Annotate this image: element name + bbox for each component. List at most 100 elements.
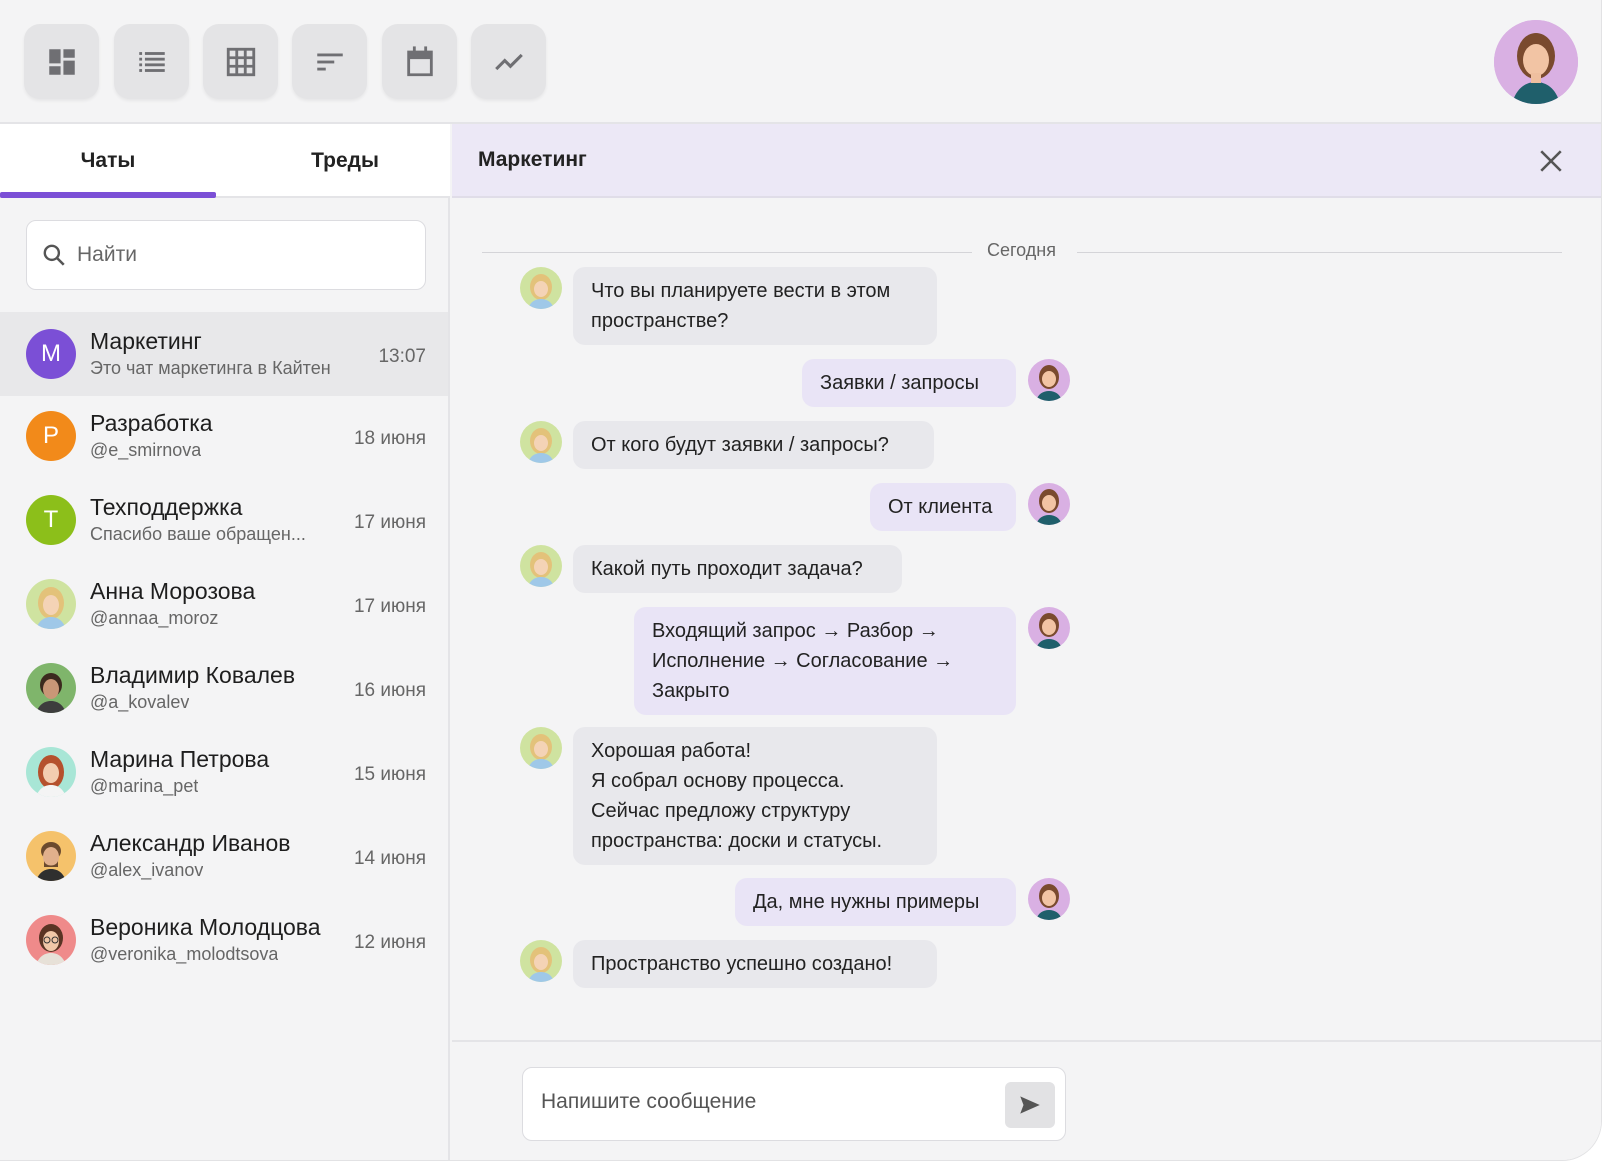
message-bubble-incoming: Пространство успешно создано!	[573, 940, 937, 988]
message-line: Что вы планируете вести в этом	[591, 280, 891, 302]
chat-preview: @marina_pet	[90, 776, 199, 796]
chart-line-icon	[494, 53, 523, 70]
chat-time: 18 июня	[353, 428, 426, 449]
chat-item-marina[interactable]: Марина Петрова @marina_pet 15 июня	[0, 730, 448, 814]
user-avatar[interactable]	[1494, 20, 1578, 104]
close-icon[interactable]	[1538, 148, 1564, 174]
calendar-view-button[interactable]	[382, 24, 457, 99]
woman-portrait-icon	[1494, 20, 1578, 104]
avatar: Р	[26, 411, 76, 461]
redhead-woman-portrait-icon	[26, 747, 76, 797]
dashboard-view-button[interactable]	[24, 24, 99, 99]
blonde-woman-portrait-icon	[520, 545, 562, 587]
message-line: Сейчас предложу структуру	[591, 800, 851, 822]
active-tab-indicator	[0, 192, 216, 198]
avatar: М	[26, 329, 76, 379]
composer-area	[452, 1040, 1601, 1160]
date-divider-line-right	[1077, 252, 1562, 253]
search-box	[26, 220, 426, 290]
message-bubble-outgoing: От клиента	[870, 483, 1016, 531]
chat-name: Вероника Молодцова	[90, 914, 321, 940]
woman-portrait-icon	[1028, 359, 1070, 401]
send-button[interactable]	[1005, 1082, 1055, 1128]
message-bubble-incoming: Что вы планируете вести в этом пространс…	[573, 267, 937, 345]
chat-time: 14 июня	[353, 848, 426, 869]
analytics-view-button[interactable]	[471, 24, 546, 99]
calendar-icon	[406, 45, 433, 76]
chat-name: Техподдержка	[90, 494, 243, 520]
message-bubble-incoming: От кого будут заявки / запросы?	[573, 421, 934, 469]
chat-preview: @alex_ivanov	[90, 860, 204, 880]
top-toolbar	[0, 0, 1601, 124]
message-line: Входящий запрос → Разбор →	[652, 620, 939, 642]
chat-name: Владимир Ковалев	[90, 662, 296, 688]
dashboard-icon	[48, 48, 75, 75]
chat-time: 15 июня	[353, 764, 426, 785]
woman-portrait-icon	[1028, 878, 1070, 920]
chat-item-support[interactable]: Т Техподдержка Спасибо ваше обращен... 1…	[0, 478, 448, 562]
app-window: Чаты Треды М Маркетинг Это чат маркетинг…	[0, 0, 1602, 1161]
grid-icon	[226, 47, 255, 76]
chat-time: 13:07	[378, 346, 426, 367]
message-line: От кого будут заявки / запросы?	[591, 434, 889, 456]
bot-avatar	[520, 940, 562, 982]
chat-item-marketing[interactable]: М Маркетинг Это чат маркетинга в Кайтен …	[0, 312, 448, 396]
message-line: Хорошая работа!	[591, 740, 752, 762]
chat-header: Маркетинг	[452, 124, 1601, 198]
chat-panel: Маркетинг Сегодня Что вы планируете вест…	[452, 124, 1601, 1160]
user-message-avatar	[1028, 607, 1070, 649]
blonde-woman-portrait-icon	[520, 267, 562, 309]
avatar: Т	[26, 495, 76, 545]
chat-name: Марина Петрова	[90, 746, 270, 772]
avatar	[26, 915, 76, 965]
man-portrait-icon	[26, 663, 76, 713]
message-line: Я собрал основу процесса.	[591, 770, 845, 792]
chat-preview: @annaa_moroz	[90, 608, 219, 628]
avatar	[26, 831, 76, 881]
sort-icon	[316, 53, 343, 70]
chat-time: 17 июня	[353, 596, 426, 617]
user-message-avatar	[1028, 483, 1070, 525]
bearded-man-portrait-icon	[26, 831, 76, 881]
search-icon	[43, 244, 65, 266]
sort-view-button[interactable]	[292, 24, 367, 99]
chat-time: 17 июня	[353, 512, 426, 533]
chat-time: 16 июня	[353, 680, 426, 701]
tab-chats[interactable]: Чаты	[0, 124, 216, 198]
message-composer	[522, 1067, 1066, 1141]
list-view-button[interactable]	[114, 24, 189, 99]
avatar	[26, 663, 76, 713]
chat-title: Маркетинг	[478, 148, 587, 171]
tab-threads[interactable]: Треды	[230, 124, 460, 198]
chat-preview: Спасибо ваше обращен...	[90, 524, 306, 544]
list-icon	[138, 51, 165, 72]
chat-preview: @e_smirnova	[90, 440, 202, 460]
avatar	[26, 579, 76, 629]
chat-preview: @a_kovalev	[90, 692, 190, 712]
chat-preview: @veronika_molodtsova	[90, 944, 279, 964]
bot-avatar	[520, 267, 562, 309]
chat-item-vladimir[interactable]: Владимир Ковалев @a_kovalev 16 июня	[0, 646, 448, 730]
search-input[interactable]	[77, 243, 397, 267]
date-divider: Сегодня	[987, 240, 1056, 260]
chat-name: Маркетинг	[90, 328, 202, 354]
chat-sidebar: Чаты Треды М Маркетинг Это чат маркетинг…	[0, 124, 450, 1160]
send-icon	[1020, 1096, 1040, 1114]
message-input[interactable]	[541, 1090, 981, 1114]
message-line: Заявки / запросы	[820, 372, 979, 394]
bot-avatar	[520, 421, 562, 463]
message-bubble-incoming: Какой путь проходит задача?	[573, 545, 902, 593]
chat-item-anna[interactable]: Анна Морозова @annaa_moroz 17 июня	[0, 562, 448, 646]
message-line: Закрыто	[652, 680, 730, 702]
chat-item-alexander[interactable]: Александр Иванов @alex_ivanov 14 июня	[0, 814, 448, 898]
chat-time: 12 июня	[353, 932, 426, 953]
table-view-button[interactable]	[203, 24, 278, 99]
message-line: Какой путь проходит задача?	[591, 558, 863, 580]
sidebar-tabs: Чаты Треды	[0, 124, 450, 198]
chat-item-veronika[interactable]: Вероника Молодцова @veronika_molodtsova …	[0, 898, 448, 982]
message-bubble-outgoing: Да, мне нужны примеры	[735, 878, 1016, 926]
chat-name: Александр Иванов	[90, 830, 291, 856]
message-line: пространстве?	[591, 310, 729, 332]
chat-name: Анна Морозова	[90, 578, 256, 604]
chat-item-development[interactable]: Р Разработка @e_smirnova 18 июня	[0, 394, 448, 478]
